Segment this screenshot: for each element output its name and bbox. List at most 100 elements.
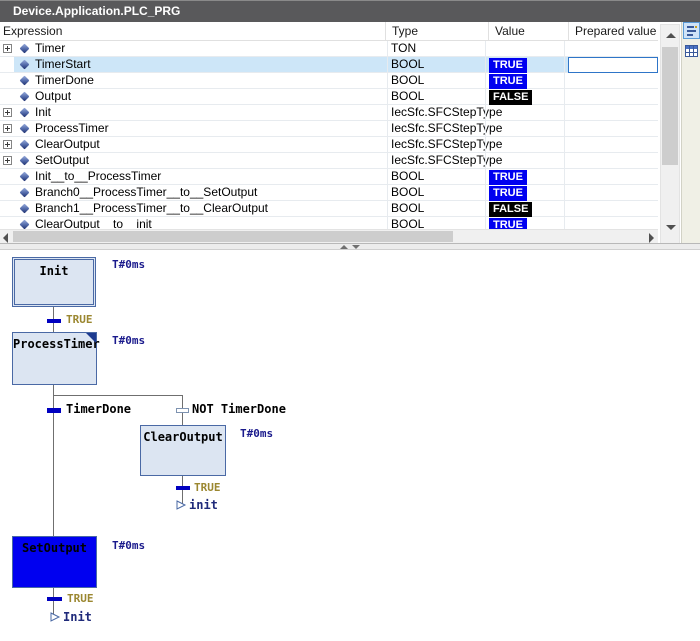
type-cell: IecSfc.SFCStepType xyxy=(391,137,486,153)
sfc-step-setoutput[interactable]: SetOutput xyxy=(12,536,97,588)
expression-cell[interactable]: ClearOutput__to__init xyxy=(35,217,383,229)
column-header-expression[interactable]: Expression xyxy=(0,22,385,41)
sfc-jump-target[interactable]: Init xyxy=(63,611,92,624)
variable-icon xyxy=(20,124,30,134)
variable-icon xyxy=(20,92,30,102)
sfc-transition-bar-true-3[interactable] xyxy=(47,597,62,601)
sfc-transition-label[interactable]: TimerDone xyxy=(66,403,131,416)
column-separator xyxy=(485,73,486,89)
table-row[interactable]: ClearOutput IecSfc.SFCStepType xyxy=(0,137,658,153)
type-cell: BOOL xyxy=(391,73,486,89)
table-row[interactable]: Timer TON xyxy=(0,41,658,57)
column-separator xyxy=(485,121,486,137)
sfc-jump-arrow-icon[interactable] xyxy=(176,500,187,510)
column-separator xyxy=(564,89,565,105)
expression-cell[interactable]: Init xyxy=(35,105,383,121)
value-cell: TRUE xyxy=(489,73,567,89)
sfc-jump-target[interactable]: init xyxy=(189,499,218,512)
variable-icon xyxy=(20,188,30,198)
type-cell: TON xyxy=(391,41,486,57)
splitter-down-icon[interactable] xyxy=(352,245,360,249)
table-row[interactable]: TimerDone BOOLTRUE xyxy=(0,73,658,89)
column-separator xyxy=(387,217,388,229)
table-row[interactable]: ClearOutput__to__initBOOLTRUE xyxy=(0,217,658,229)
expression-cell[interactable]: Init__to__ProcessTimer xyxy=(35,169,383,185)
table-row[interactable]: OutputBOOLFALSE xyxy=(0,89,658,105)
sfc-step-clearoutput-time: T#0ms xyxy=(240,428,273,440)
expand-icon[interactable] xyxy=(3,140,12,149)
column-separator xyxy=(564,73,565,89)
pane-splitter[interactable] xyxy=(0,243,700,250)
expression-cell[interactable]: ClearOutput xyxy=(35,137,383,153)
value-cell: TRUE xyxy=(489,185,567,201)
table-row[interactable]: InitIecSfc.SFCStepType xyxy=(0,105,658,121)
value-cell: TRUE xyxy=(489,57,567,73)
sfc-step-init-label: Init xyxy=(40,264,69,278)
sfc-transition-label[interactable]: TRUE xyxy=(194,482,221,494)
table-row[interactable]: Branch0__ProcessTimer__to__SetOutputBOOL… xyxy=(0,185,658,201)
expression-cell[interactable]: TimerStart xyxy=(35,57,383,73)
column-header-type[interactable]: Type xyxy=(385,22,488,41)
table-row[interactable]: Init__to__ProcessTimerBOOLTRUE xyxy=(0,169,658,185)
column-header-prepared-value[interactable]: Prepared value xyxy=(568,22,658,41)
column-separator xyxy=(564,41,565,57)
horizontal-scroll-thumb[interactable] xyxy=(13,231,453,242)
expression-cell[interactable]: Branch0__ProcessTimer__to__SetOutput xyxy=(35,185,383,201)
value-badge: FALSE xyxy=(489,202,532,217)
column-separator xyxy=(564,105,565,121)
sfc-branch-line xyxy=(53,395,183,396)
view-table-button[interactable] xyxy=(683,42,700,59)
table-row[interactable]: Branch1__ProcessTimer__to__ClearOutput BO… xyxy=(0,201,658,217)
column-separator xyxy=(485,137,486,153)
expand-icon[interactable] xyxy=(3,124,12,133)
view-table-icon xyxy=(685,45,698,57)
scroll-down-icon[interactable] xyxy=(666,225,676,230)
table-row[interactable]: TimerStartBOOLTRUE xyxy=(0,57,658,73)
vertical-scrollbar[interactable] xyxy=(660,24,680,249)
sfc-transition-label[interactable]: TRUE xyxy=(66,314,93,326)
expression-cell[interactable]: ProcessTimer xyxy=(35,121,383,137)
vertical-scroll-thumb[interactable] xyxy=(662,47,678,165)
expression-cell[interactable]: Output xyxy=(35,89,383,105)
table-row[interactable]: ProcessTimer IecSfc.SFCStepType xyxy=(0,121,658,137)
table-header: Expression Type Value Prepared value xyxy=(0,22,658,41)
expression-cell[interactable]: Timer xyxy=(35,41,383,57)
type-cell: IecSfc.SFCStepType xyxy=(391,153,486,169)
view-mode-toolbar xyxy=(681,22,700,243)
sfc-transition-bar-true-1[interactable] xyxy=(47,319,61,323)
splitter-up-icon[interactable] xyxy=(340,245,348,249)
scroll-up-icon[interactable] xyxy=(666,33,676,38)
expand-icon[interactable] xyxy=(3,108,12,117)
sfc-transition-bar-true-2[interactable] xyxy=(176,486,190,490)
column-header-value[interactable]: Value xyxy=(488,22,568,41)
action-corner-icon xyxy=(86,333,96,343)
expression-cell[interactable]: TimerDone xyxy=(35,73,383,89)
type-cell: BOOL xyxy=(391,201,486,217)
sfc-step-init[interactable]: Init xyxy=(12,257,96,307)
expression-cell[interactable]: SetOutput xyxy=(35,153,383,169)
expand-icon[interactable] xyxy=(3,44,12,53)
horizontal-scrollbar[interactable] xyxy=(0,229,658,243)
scroll-left-icon[interactable] xyxy=(3,233,8,243)
type-cell: IecSfc.SFCStepType xyxy=(391,121,486,137)
sfc-transition-bar-timerdone[interactable] xyxy=(47,408,61,413)
value-badge: TRUE xyxy=(489,74,527,89)
table-row[interactable]: SetOutput IecSfc.SFCStepType xyxy=(0,153,658,169)
column-separator xyxy=(485,41,486,57)
value-badge: TRUE xyxy=(489,218,527,229)
expression-cell[interactable]: Branch1__ProcessTimer__to__ClearOutput xyxy=(35,201,383,217)
sfc-step-clearoutput[interactable]: ClearOutput xyxy=(140,425,226,476)
sfc-transition-label[interactable]: TRUE xyxy=(67,593,94,605)
view-declaration-button[interactable] xyxy=(683,22,700,39)
scroll-right-icon[interactable] xyxy=(649,233,654,243)
expand-icon[interactable] xyxy=(3,156,12,165)
prepared-value-cell[interactable] xyxy=(568,57,658,73)
sfc-step-processtimer[interactable]: ProcessTimer xyxy=(12,332,97,385)
column-separator xyxy=(564,169,565,185)
sfc-connection-line xyxy=(53,395,54,536)
sfc-jump-arrow-icon[interactable] xyxy=(50,612,61,622)
sfc-step-setoutput-label: SetOutput xyxy=(22,541,87,555)
sfc-transition-label[interactable]: NOT TimerDone xyxy=(192,403,286,416)
value-cell xyxy=(489,137,567,153)
sfc-transition-bar-not-timerdone[interactable] xyxy=(176,408,189,413)
